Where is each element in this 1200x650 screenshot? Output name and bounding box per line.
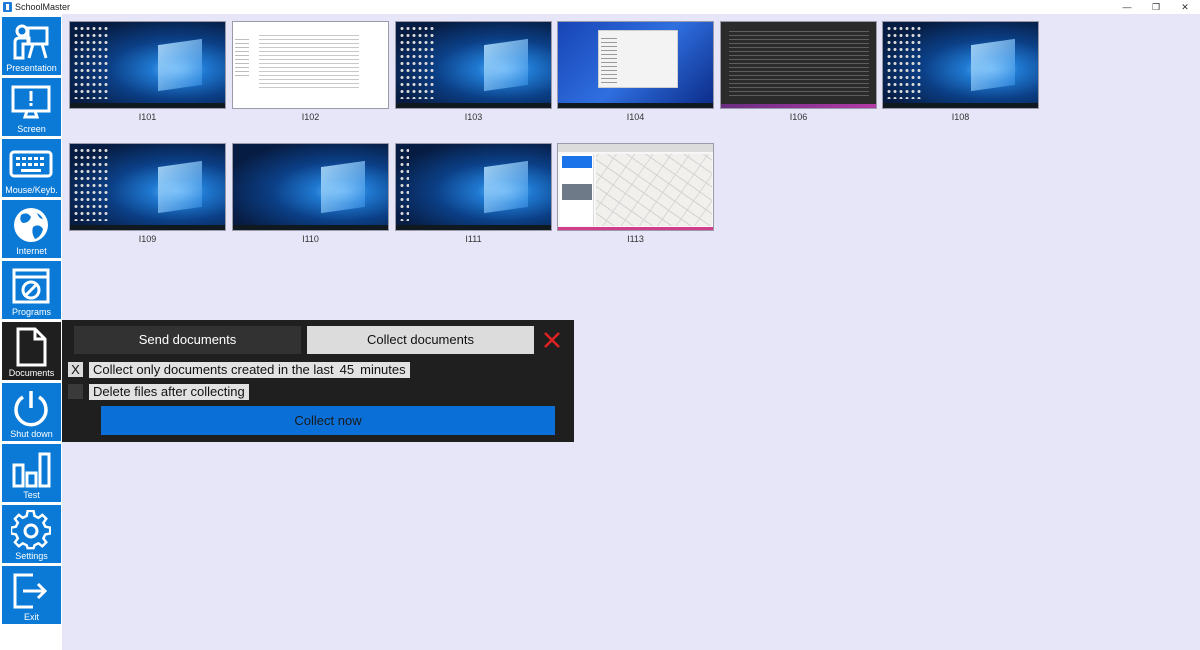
computer-label: I102: [301, 112, 320, 122]
document-icon: [16, 327, 47, 367]
computer-label: I109: [138, 234, 157, 244]
collect-only-prefix: Collect only documents created in the la…: [93, 362, 334, 377]
delete-after-label[interactable]: Delete files after collecting: [89, 384, 249, 400]
globe-icon: [14, 208, 48, 242]
sidebar-item-label: Documents: [8, 368, 55, 378]
sidebar-item-mouse-keyboard[interactable]: Mouse/Keyb.: [2, 139, 61, 197]
tab-send-documents[interactable]: Send documents: [74, 326, 301, 354]
computer-label: I108: [951, 112, 970, 122]
computer-thumbnail-i108[interactable]: [882, 21, 1039, 109]
sidebar-item-test[interactable]: Test: [2, 444, 61, 502]
sidebar-item-label: Mouse/Keyb.: [5, 185, 58, 195]
collect-now-button[interactable]: Collect now: [101, 406, 555, 435]
computer-label: I106: [789, 112, 808, 122]
computer-thumbnail-i109[interactable]: [69, 143, 226, 231]
delete-after-checkbox[interactable]: [68, 384, 83, 399]
programs-icon: [12, 268, 50, 304]
computer-label: I111: [465, 234, 482, 244]
restore-button[interactable]: ❐: [1145, 0, 1167, 14]
tab-collect-documents[interactable]: Collect documents: [307, 326, 534, 354]
sidebar-item-documents[interactable]: Documents: [2, 322, 61, 380]
sidebar-item-label: Test: [23, 490, 40, 500]
computer-thumbnail-i101[interactable]: [69, 21, 226, 109]
close-icon[interactable]: [542, 330, 562, 350]
sidebar-item-label: Internet: [16, 246, 47, 256]
minutes-value[interactable]: 45: [340, 362, 354, 378]
sidebar-item-internet[interactable]: Internet: [2, 200, 61, 258]
screen-icon: [11, 85, 51, 119]
minimize-button[interactable]: —: [1116, 0, 1138, 14]
sidebar-item-label: Screen: [17, 124, 46, 134]
computer-label: I110: [302, 234, 319, 244]
computer-label: I101: [138, 112, 157, 122]
close-window-button[interactable]: ✕: [1174, 0, 1196, 14]
collect-only-suffix: minutes: [360, 362, 406, 377]
bar-chart-icon: [12, 452, 51, 488]
sidebar-item-shut-down[interactable]: Shut down: [2, 383, 61, 441]
presentation-icon: [13, 24, 49, 60]
computer-thumbnail-i110[interactable]: [232, 143, 389, 231]
sidebar-item-programs[interactable]: Programs: [2, 261, 61, 319]
computer-label: I113: [627, 234, 644, 244]
computer-thumbnail-i104[interactable]: [557, 21, 714, 109]
computer-thumbnail-i113[interactable]: [557, 143, 714, 231]
window-title: SchoolMaster: [15, 2, 71, 12]
sidebar-item-label: Presentation: [6, 63, 57, 73]
sidebar-item-screen[interactable]: Screen: [2, 78, 61, 136]
computer-thumbnail-i103[interactable]: [395, 21, 552, 109]
keyboard-icon: [9, 150, 53, 178]
sidebar-item-exit[interactable]: Exit: [2, 566, 61, 624]
collect-only-label[interactable]: Collect only documents created in the la…: [89, 362, 410, 378]
app-icon: [3, 2, 12, 12]
collect-only-checkbox[interactable]: X: [68, 362, 83, 377]
sidebar-item-label: Shut down: [10, 429, 53, 439]
sidebar-item-presentation[interactable]: Presentation: [2, 17, 61, 75]
gear-icon: [11, 510, 51, 550]
sidebar-item-label: Programs: [11, 307, 51, 317]
computer-label: I103: [464, 112, 483, 122]
power-icon: [14, 391, 48, 427]
exit-icon: [13, 573, 48, 609]
sidebar-item-settings[interactable]: Settings: [2, 505, 61, 563]
computer-thumbnail-i111[interactable]: [395, 143, 552, 231]
title-bar: SchoolMaster — ❐ ✕: [0, 0, 1200, 14]
computer-thumbnail-i102[interactable]: [232, 21, 389, 109]
sidebar-item-label: Settings: [15, 551, 48, 561]
documents-panel: Send documents Collect documents X Colle…: [62, 320, 574, 442]
sidebar-item-label: Exit: [23, 612, 39, 622]
computer-label: I104: [626, 112, 645, 122]
computer-thumbnail-i106[interactable]: [720, 21, 877, 109]
sidebar: Presentation Screen Mouse/Keyb. Internet: [0, 14, 62, 650]
